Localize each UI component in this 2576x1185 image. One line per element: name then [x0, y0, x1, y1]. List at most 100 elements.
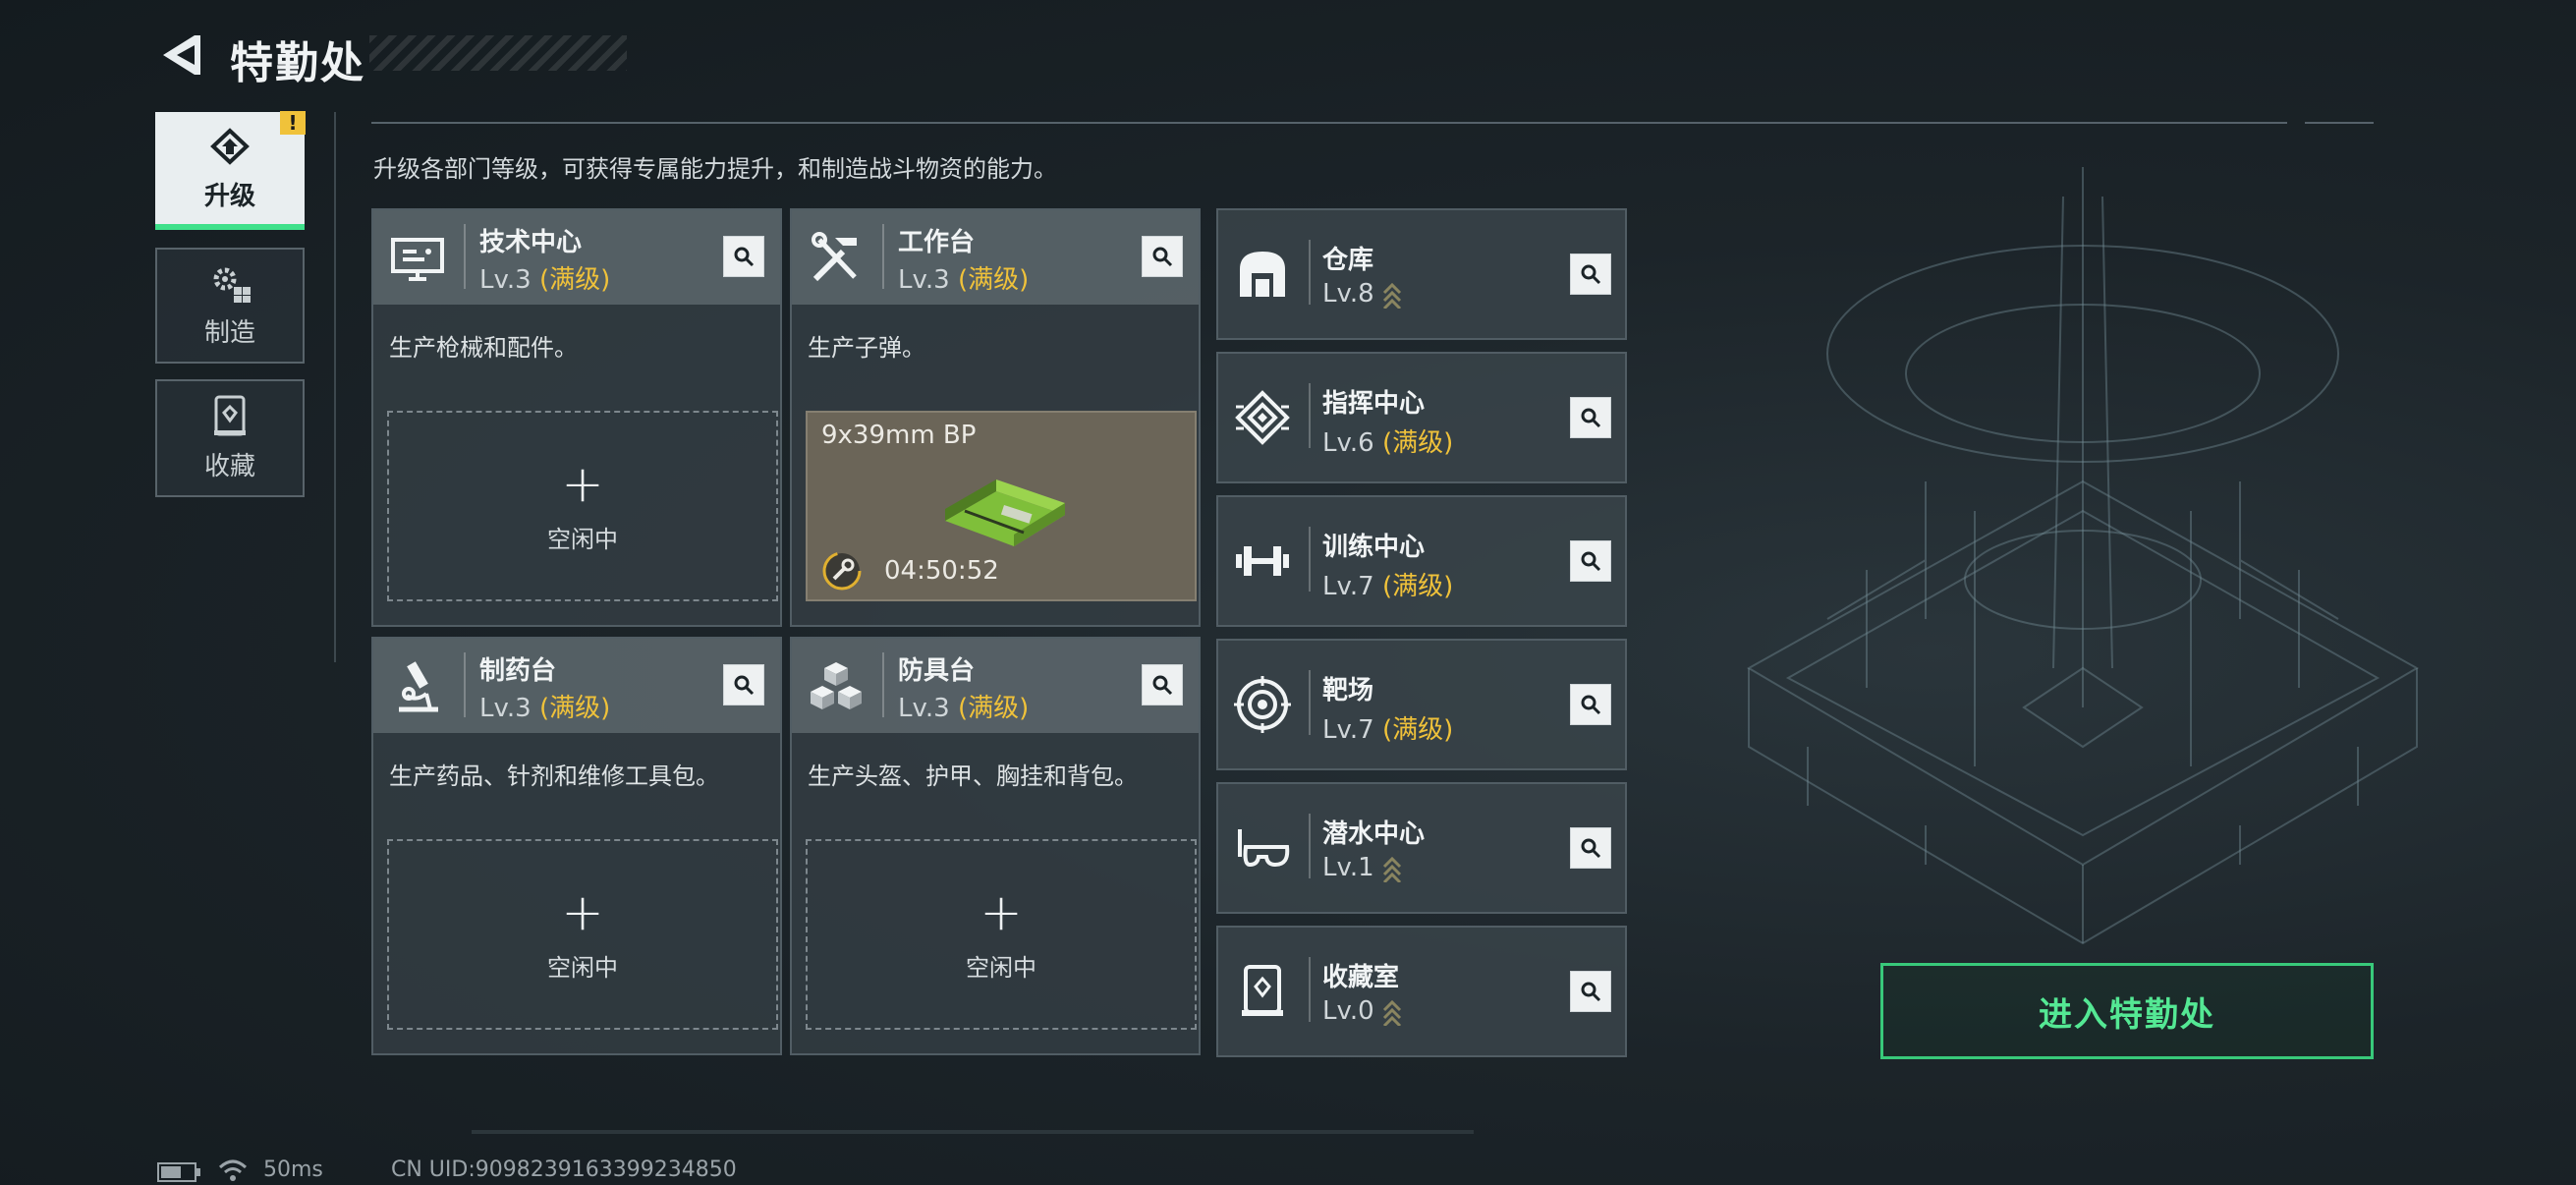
level-text: Lv.3 — [898, 694, 950, 723]
produced-item-name: 9x39mm BP — [821, 421, 977, 450]
production-timer: 04:50:52 — [884, 556, 999, 586]
nav-tab-collection[interactable]: 收藏 — [155, 379, 305, 497]
level-text: Lv.8 — [1322, 279, 1374, 309]
facility-name: 潜水中心 — [1322, 819, 1426, 849]
facility-card-shooting-range[interactable]: 靶场 Lv.7 (满级) — [1216, 639, 1627, 770]
max-level-tag: (满级) — [1381, 428, 1454, 458]
separator — [1309, 957, 1311, 1022]
level-text: Lv.3 — [479, 694, 532, 723]
divider — [371, 122, 2287, 124]
facility-name: 靶场 — [1322, 676, 1374, 705]
separator — [1309, 670, 1311, 735]
facility-card-collection-room[interactable]: 收藏室 Lv.0 — [1216, 926, 1627, 1057]
search-button[interactable] — [723, 236, 764, 277]
ammo-box-image — [945, 480, 1065, 546]
divider — [2305, 122, 2374, 124]
facility-card-workbench[interactable]: 工作台 Lv.3 (满级) 生产子弹。 9x39mm BP 04:50:52 — [790, 208, 1201, 627]
tools-icon — [812, 232, 857, 282]
search-button[interactable] — [1570, 684, 1611, 725]
level-text: Lv.1 — [1322, 853, 1374, 882]
production-slot-idle[interactable]: + 空闲中 — [387, 411, 778, 601]
separator — [882, 652, 884, 717]
search-icon — [734, 247, 755, 267]
facility-name: 防具台 — [898, 656, 976, 686]
search-button[interactable] — [1142, 236, 1183, 277]
search-button[interactable] — [1570, 254, 1611, 295]
separator — [464, 224, 466, 289]
facility-card-command-center[interactable]: 指挥中心 Lv.6 (满级) — [1216, 352, 1627, 483]
building-wireframe-illustration — [1746, 167, 2420, 945]
slot-status: 空闲中 — [547, 953, 618, 982]
card-header: 制药台 Lv.3 (满级) — [373, 639, 780, 733]
search-button[interactable] — [723, 664, 764, 705]
nav-tab-label: 升级 — [203, 181, 255, 211]
facility-card-diving-center[interactable]: 潜水中心 Lv.1 — [1216, 782, 1627, 914]
upgrade-available-icon — [1382, 999, 1401, 1026]
facility-card-tech-center[interactable]: 技术中心 Lv.3 (满级) 生产枪械和配件。 + 空闲中 — [371, 208, 782, 627]
search-icon — [1581, 838, 1601, 859]
upgrade-available-icon — [1382, 282, 1401, 309]
diving-mask-icon — [1238, 829, 1290, 868]
facility-description: 生产头盔、护甲、胸挂和背包。 — [808, 762, 1138, 790]
production-slot-active[interactable]: 9x39mm BP 04:50:52 — [806, 411, 1197, 601]
monitor-icon — [391, 238, 444, 281]
separator — [1309, 383, 1311, 448]
enter-special-ops-button[interactable]: 进入特勤处 — [1880, 963, 2374, 1059]
search-icon — [1152, 675, 1173, 696]
battery-icon — [157, 1162, 200, 1182]
back-arrow-icon[interactable] — [155, 29, 202, 81]
search-button[interactable] — [1570, 827, 1611, 869]
facility-card-armor-bench[interactable]: 防具台 Lv.3 (满级) 生产头盔、护甲、胸挂和背包。 + 空闲中 — [790, 637, 1201, 1055]
card-header: 工作台 Lv.3 (满级) — [792, 210, 1199, 305]
add-icon: + — [561, 454, 604, 514]
facility-card-warehouse[interactable]: 仓库 Lv.8 — [1216, 208, 1627, 340]
facility-level: Lv.0 — [1322, 996, 1402, 1026]
search-button[interactable] — [1142, 664, 1183, 705]
search-icon — [1581, 264, 1601, 285]
target-icon — [1234, 676, 1291, 733]
active-tab-indicator — [155, 224, 305, 230]
footer-progress-track — [472, 1130, 1474, 1134]
search-icon — [1581, 408, 1601, 428]
collection-icon — [214, 395, 246, 435]
level-text: Lv.7 — [1322, 572, 1374, 601]
facility-name: 仓库 — [1322, 246, 1374, 275]
level-text: Lv.6 — [1322, 428, 1374, 458]
level-text: Lv.3 — [479, 265, 532, 295]
section-description: 升级各部门等级，可获得专属能力提升，和制造战斗物资的能力。 — [373, 155, 1057, 183]
facility-level: Lv.3 (满级) — [479, 259, 610, 296]
nav-tab-craft[interactable]: 制造 — [155, 248, 305, 364]
facility-description: 生产药品、针剂和维修工具包。 — [389, 762, 719, 790]
gears-icon — [213, 267, 251, 303]
facility-level: Lv.3 (满级) — [479, 688, 610, 724]
max-level-tag: (满级) — [957, 694, 1030, 723]
facility-name: 工作台 — [898, 228, 976, 257]
facility-name: 收藏室 — [1322, 963, 1400, 992]
facility-name: 训练中心 — [1322, 533, 1426, 562]
facility-card-training-center[interactable]: 训练中心 Lv.7 (满级) — [1216, 495, 1627, 627]
search-button[interactable] — [1570, 540, 1611, 582]
level-text: Lv.3 — [898, 265, 950, 295]
add-icon: + — [980, 882, 1023, 942]
nav-tab-label: 制造 — [203, 317, 255, 348]
search-button[interactable] — [1570, 397, 1611, 438]
search-button[interactable] — [1570, 971, 1611, 1012]
add-icon: + — [561, 882, 604, 942]
user-uid: CN UID:9098239163399234850 — [391, 1157, 737, 1182]
max-level-tag: (满级) — [1381, 572, 1454, 601]
search-icon — [734, 675, 755, 696]
slot-status: 空闲中 — [547, 525, 618, 553]
max-level-tag: (满级) — [538, 265, 611, 295]
search-icon — [1152, 247, 1173, 267]
facility-level: Lv.1 — [1322, 853, 1402, 882]
wifi-icon — [218, 1159, 248, 1181]
page-title: 特勤处 — [230, 38, 365, 88]
production-slot-idle[interactable]: + 空闲中 — [806, 839, 1197, 1030]
facility-card-pharmacy[interactable]: 制药台 Lv.3 (满级) 生产药品、针剂和维修工具包。 + 空闲中 — [371, 637, 782, 1055]
production-slot-idle[interactable]: + 空闲中 — [387, 839, 778, 1030]
wrench-timer-icon — [822, 551, 862, 591]
facility-name: 制药台 — [479, 656, 557, 686]
level-text: Lv.7 — [1322, 715, 1374, 745]
card-header: 防具台 Lv.3 (满级) — [792, 639, 1199, 733]
command-chip-icon — [1235, 390, 1290, 445]
